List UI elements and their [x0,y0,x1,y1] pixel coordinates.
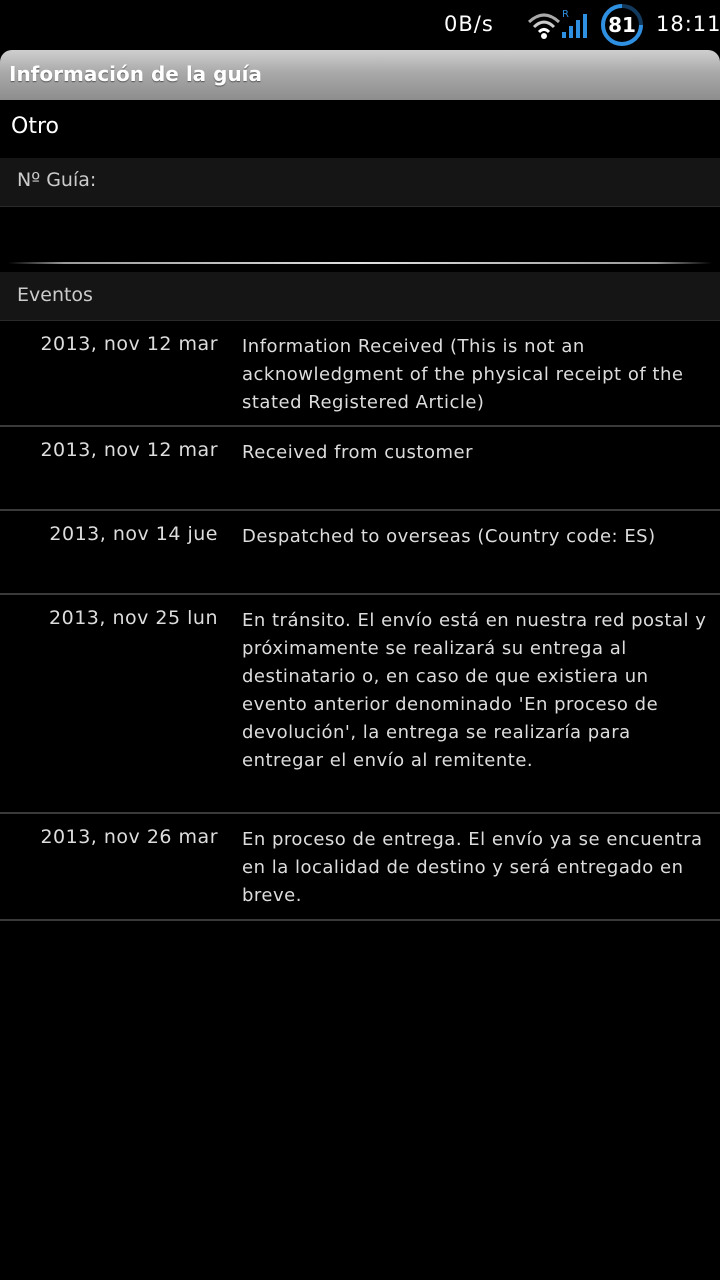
page-title: Información de la guía [9,62,263,86]
guia-section-header: Nº Guía: [0,158,720,207]
clock: 18:11 [656,12,720,36]
guia-number-field[interactable] [0,207,720,265]
wifi-icon [527,13,561,39]
event-row[interactable]: 2013, nov 12 mar Received from customer [0,427,720,511]
signal-roaming-label: R [562,9,569,20]
carrier-name: Otro [11,114,59,139]
event-row[interactable]: 2013, nov 26 mar En proceso de entrega. … [0,814,720,921]
status-bar: 0B/s R 81 18:11 [0,0,720,50]
network-speed: 0B/s [444,12,494,36]
battery-ring-icon: 81 [598,2,646,48]
guia-label: Nº Guía: [17,169,97,191]
divider [8,262,712,264]
event-description: Despatched to overseas (Country code: ES… [242,526,656,547]
event-description: En proceso de entrega. El envío ya se en… [242,829,703,906]
event-row[interactable]: 2013, nov 14 jue Despatched to overseas … [0,511,720,595]
event-date: 2013, nov 12 mar [40,439,218,461]
event-date: 2013, nov 12 mar [40,333,218,355]
event-date: 2013, nov 26 mar [40,826,218,848]
event-row[interactable]: 2013, nov 25 lun En tránsito. El envío e… [0,595,720,814]
event-date: 2013, nov 25 lun [49,607,218,629]
event-description: En tránsito. El envío está en nuestra re… [242,610,707,771]
event-row[interactable]: 2013, nov 12 mar Information Received (T… [0,321,720,427]
title-bar: Información de la guía [0,50,720,100]
event-description: Received from customer [242,442,473,463]
event-date: 2013, nov 14 jue [49,523,218,545]
events-label: Eventos [17,284,93,306]
signal-icon: R [562,9,587,38]
events-section-header: Eventos [0,272,720,321]
battery-level: 81 [608,13,636,37]
event-description: Information Received (This is not an ack… [242,336,684,413]
